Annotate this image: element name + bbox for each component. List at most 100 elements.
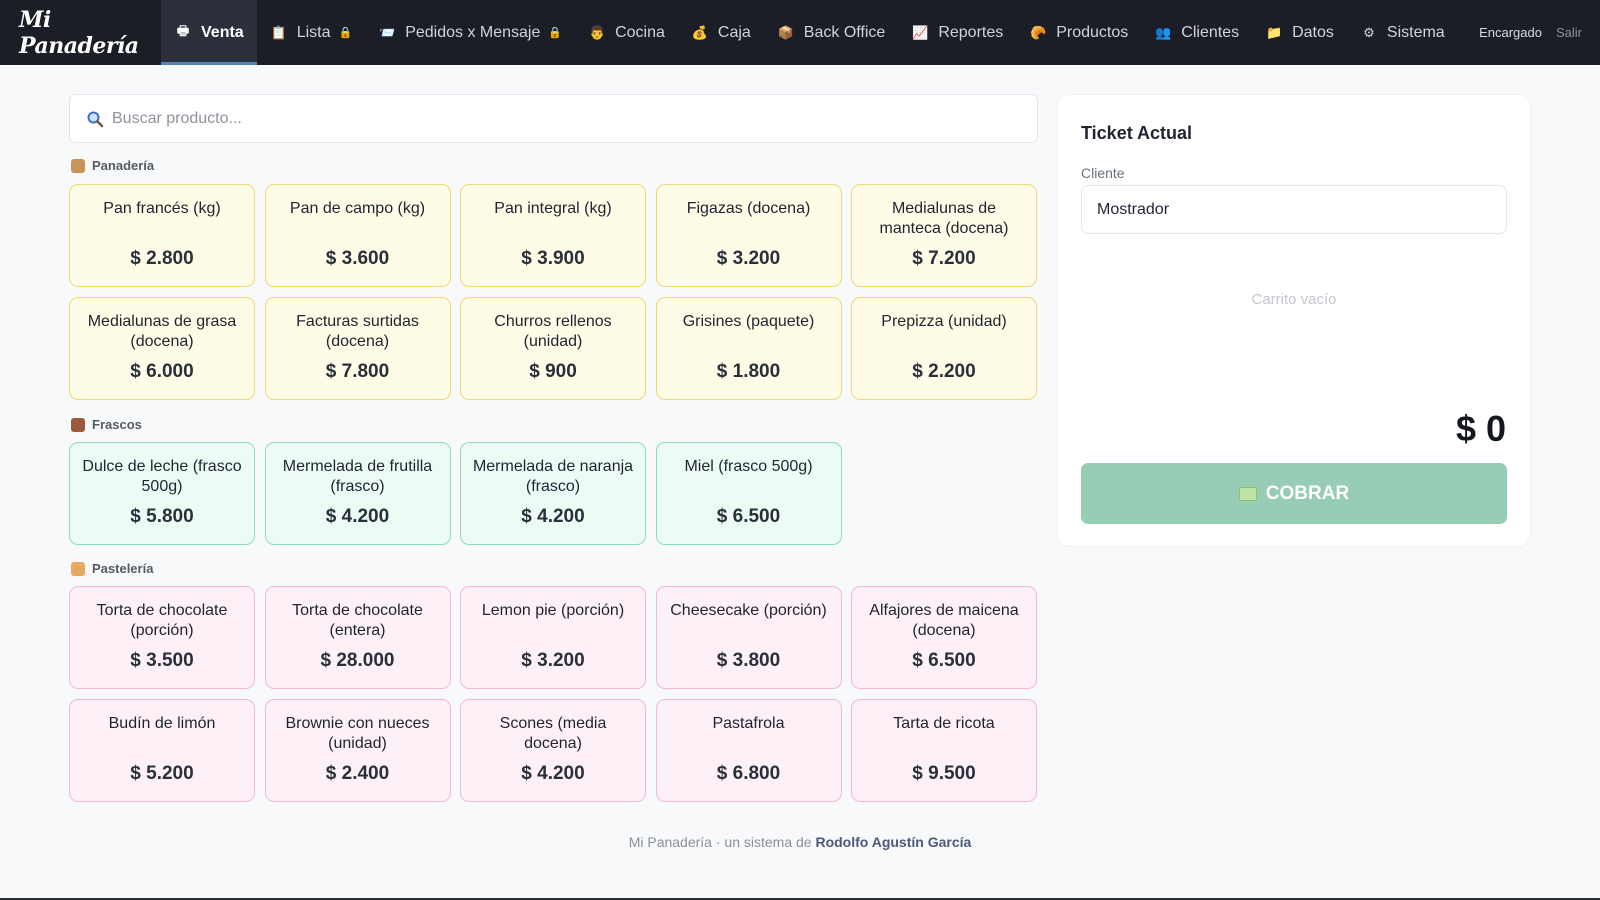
category-title: Frascos (71, 417, 142, 432)
nav-item-label: Datos (1292, 23, 1334, 41)
nav-item-label: Back Office (803, 23, 886, 41)
nav-item-reportes[interactable]: 📈 Reportes (898, 0, 1016, 65)
nav-item-label: Venta (201, 23, 244, 41)
nav-item-cocina[interactable]: 👨 Cocina (575, 0, 678, 65)
product-card[interactable]: Alfajores de maicena (docena) $ 6.500 (851, 586, 1037, 689)
footer-text: Mi Panadería · un sistema de (628, 834, 812, 850)
nav-item-venta[interactable]: 🖶 Venta (161, 0, 257, 65)
product-name: Lemon pie (porción) (481, 602, 625, 619)
product-name: Figazas (docena) (686, 200, 811, 217)
product-price: $ 4.200 (521, 763, 585, 784)
product-price: $ 3.200 (521, 650, 585, 671)
product-card[interactable]: Medialunas de grasa (docena) $ 6.000 (69, 297, 255, 400)
product-price: $ 7.800 (325, 361, 390, 382)
product-grid: Torta de chocolate (porción) $ 3.500 Torta… (69, 586, 1037, 802)
jar-icon (71, 417, 85, 432)
nav-item-clientes[interactable]: 👥 Clientes (1141, 0, 1252, 65)
gear-icon: ⚙ (1363, 24, 1375, 40)
product-name: Pan de campo (kg) (289, 200, 426, 217)
user-name: Encargado (1479, 25, 1542, 40)
product-price: $ 9.500 (912, 763, 976, 784)
message-icon: 📨 (379, 24, 396, 40)
product-card[interactable]: Torta de chocolate (entera) $ 28.000 (264, 586, 451, 689)
money-bag-icon: 💰 (691, 24, 708, 40)
product-card[interactable]: Cheesecake (porción) $ 3.800 (655, 586, 842, 689)
main-nav: 🖶 Venta 📋 Lista 🔒 📨 Pedidos x Mensaje 🔒 👨 Cocina 💰… (161, 0, 1458, 65)
product-name: Scones (media docena) (499, 715, 607, 752)
product-name: Cheesecake (porción) (670, 602, 827, 619)
product-grid: Pan francés (kg) $ 2.800 Pan de campo (kg)… (69, 184, 1037, 400)
category-label: Panadería (92, 158, 155, 173)
nav-item-label: Reportes (938, 23, 1004, 41)
nav-item-lista[interactable]: 📋 Lista 🔒 (257, 0, 366, 65)
product-name: Facturas surtidas (docena) (296, 313, 419, 350)
ticket-title: Ticket Actual (1081, 123, 1193, 143)
nav-item-caja[interactable]: 💰 Caja (678, 0, 764, 65)
nav-item-sistema[interactable]: ⚙ Sistema (1347, 0, 1458, 65)
product-name: Grisines (paquete) (682, 313, 815, 330)
client-select[interactable]: Mostrador (1081, 185, 1507, 234)
product-card[interactable]: Scones (media docena) $ 4.200 (460, 699, 646, 802)
clipboard-icon: 📋 (270, 24, 287, 40)
product-price: $ 6.500 (912, 650, 976, 671)
product-card[interactable]: Facturas surtidas (docena) $ 7.800 (264, 297, 451, 400)
product-price: $ 4.200 (521, 506, 585, 527)
product-grid: Dulce de leche (frasco 500g) $ 5.800 Merme… (69, 442, 1037, 545)
product-card[interactable]: Lemon pie (porción) $ 3.200 (460, 586, 646, 689)
product-card[interactable]: Dulce de leche (frasco 500g) $ 5.800 (69, 442, 255, 545)
nav-item-label: Caja (717, 23, 751, 41)
nav-item-label: Clientes (1181, 23, 1240, 41)
product-card[interactable]: Medialunas de manteca (docena) $ 7.200 (851, 184, 1037, 287)
nav-item-pedidos-x-mensaje[interactable]: 📨 Pedidos x Mensaje 🔒 (365, 0, 575, 65)
product-card[interactable]: Mermelada de naranja (frasco) $ 4.200 (460, 442, 646, 545)
product-name: Tarta de ricota (893, 715, 995, 732)
nav-item-productos[interactable]: 🥐 Productos (1016, 0, 1141, 65)
product-price: $ 7.200 (912, 248, 976, 269)
product-card[interactable]: Pan de campo (kg) $ 3.600 (264, 184, 451, 287)
nav-item-datos[interactable]: 📁 Datos (1252, 0, 1347, 65)
product-card[interactable]: Pan integral (kg) $ 3.900 (460, 184, 646, 287)
pay-button[interactable]: COBRAR (1081, 463, 1507, 524)
product-name: Dulce de leche (frasco 500g) (82, 458, 242, 495)
product-card[interactable]: Miel (frasco 500g) $ 6.500 (655, 442, 842, 545)
brand-logo[interactable]: Mi Panadería (0, 0, 161, 65)
chart-icon: 📈 (912, 24, 929, 40)
product-card[interactable]: Prepizza (unidad) $ 2.200 (851, 297, 1037, 400)
product-card[interactable]: Grisines (paquete) $ 1.800 (655, 297, 842, 400)
product-name: Mermelada de frutilla (frasco) (282, 458, 433, 495)
lock-icon: 🔒 (338, 27, 353, 39)
product-name: Budín de limón (108, 715, 216, 732)
product-card[interactable]: Pan francés (kg) $ 2.800 (69, 184, 255, 287)
footer-author: Rodolfo Agustín García (815, 834, 972, 850)
product-card[interactable]: Pastafrola $ 6.800 (655, 699, 842, 802)
product-card[interactable]: Churros rellenos (unidad) $ 900 (460, 297, 646, 400)
product-card[interactable]: Torta de chocolate (porción) $ 3.500 (69, 586, 255, 689)
product-price: $ 2.400 (325, 763, 390, 784)
search-input[interactable] (112, 109, 1012, 128)
product-price: $ 1.800 (716, 361, 781, 382)
product-name: Churros rellenos (unidad) (494, 313, 612, 350)
category-title: Panadería (71, 158, 154, 173)
product-card[interactable]: Figazas (docena) $ 3.200 (655, 184, 842, 287)
product-card[interactable]: Mermelada de frutilla (frasco) $ 4.200 (264, 442, 451, 545)
logout-link[interactable]: Salir (1556, 25, 1582, 40)
product-price: $ 28.000 (320, 650, 395, 671)
category-title: Pastelería (71, 561, 153, 576)
cake-icon (71, 561, 85, 576)
product-name: Pastafrola (712, 715, 785, 732)
box-icon (71, 158, 85, 173)
product-price: $ 3.900 (521, 248, 585, 269)
footer: Mi Panadería · un sistema de Rodolfo Agu… (0, 834, 1600, 850)
product-price: $ 2.200 (912, 361, 976, 382)
product-card[interactable]: Brownie con nueces (unidad) $ 2.400 (264, 699, 451, 802)
nav-item-back-office[interactable]: 📦 Back Office (764, 0, 899, 65)
ticket-total: $ 0 (1455, 408, 1506, 449)
product-card[interactable]: Tarta de ricota $ 9.500 (851, 699, 1037, 802)
search-box[interactable] (69, 94, 1038, 143)
product-card[interactable]: Budín de limón $ 5.200 (69, 699, 255, 802)
top-navbar: Mi Panadería 🖶 Venta 📋 Lista 🔒 📨 Pedidos x Men… (0, 0, 1600, 65)
category-label: Frascos (92, 417, 142, 432)
product-name: Torta de chocolate (entera) (292, 602, 423, 639)
product-price: $ 4.200 (325, 506, 390, 527)
empty-cart-text: Carrito vacío (1251, 291, 1337, 308)
